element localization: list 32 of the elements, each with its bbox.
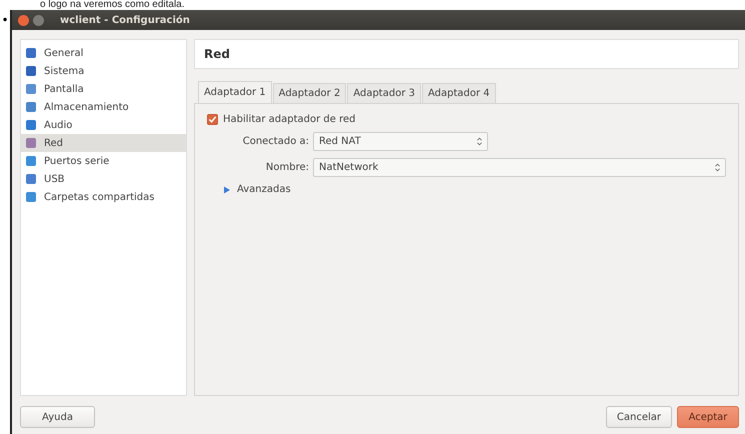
sidebar-item[interactable]: Carpetas compartidas — [21, 188, 186, 206]
tab[interactable]: Adaptador 4 — [422, 83, 496, 103]
window-title: wclient - Configuración — [60, 14, 190, 26]
sidebar-item[interactable]: Almacenamiento — [21, 98, 186, 116]
field-label: Nombre: — [264, 162, 309, 173]
expander-label[interactable]: Avanzadas — [237, 184, 291, 195]
spinner-arrows-icon — [715, 163, 720, 172]
expander-icon[interactable] — [223, 186, 231, 194]
checkbox[interactable] — [207, 114, 218, 125]
sidebar-item[interactable]: Audio — [21, 116, 186, 134]
dropdown[interactable]: NatNetwork — [313, 158, 726, 177]
sidebar-item[interactable]: USB — [21, 170, 186, 188]
sidebar-item[interactable]: Sistema — [21, 62, 186, 80]
accept-button[interactable]: Aceptar — [677, 406, 739, 428]
tab[interactable]: Adaptador 3 — [347, 83, 421, 103]
field-label: Conectado a: — [242, 136, 309, 147]
section-header: Red — [194, 39, 739, 69]
tab[interactable]: Adaptador 2 — [272, 83, 346, 103]
page-text: o logo na veremos como editala. — [39, 0, 186, 10]
tab[interactable]: Adaptador 1 — [198, 81, 272, 103]
minimize-icon[interactable] — [33, 14, 44, 26]
close-icon[interactable] — [18, 14, 29, 26]
sidebar-item[interactable]: Red — [21, 134, 186, 152]
bullet: • — [0, 12, 10, 29]
checkbox-label: Habilitar adaptador de red — [223, 114, 356, 125]
help-button[interactable]: Ayuda — [20, 406, 95, 428]
cancel-button[interactable]: Cancelar — [606, 406, 672, 428]
sidebar-item[interactable]: Puertos serie — [21, 152, 186, 170]
spinner-arrows-icon — [477, 137, 482, 146]
sidebar-item[interactable]: General — [21, 44, 186, 62]
sidebar-item[interactable]: Pantalla — [21, 80, 186, 98]
dropdown[interactable]: Red NAT — [313, 132, 488, 151]
